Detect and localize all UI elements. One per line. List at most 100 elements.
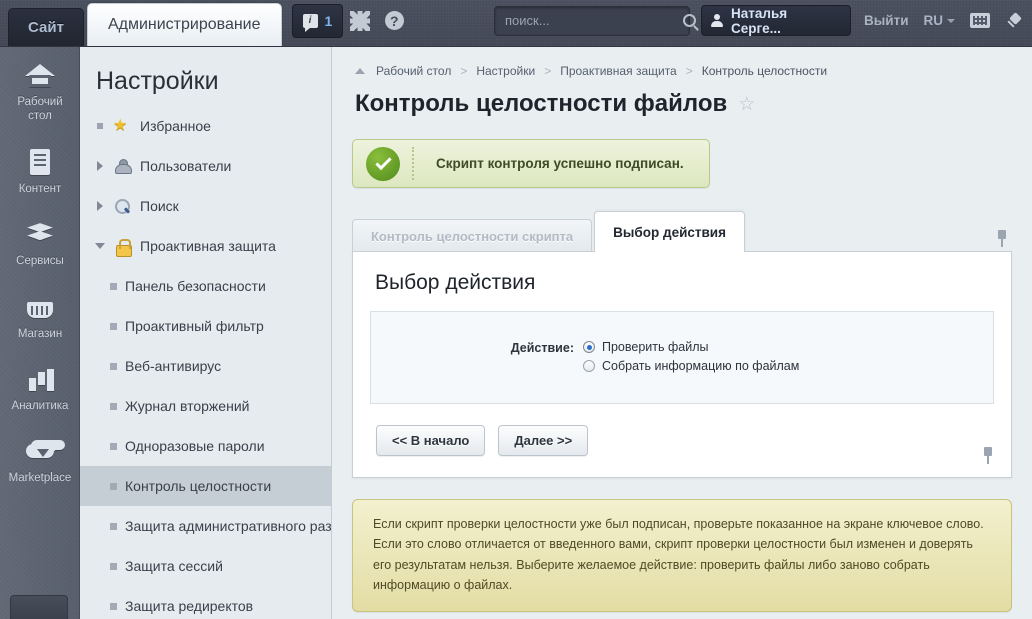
breadcrumb-item-current: Контроль целостности — [701, 64, 828, 78]
gear-icon — [352, 12, 369, 29]
check-circle-icon — [366, 146, 400, 181]
nav-item-proactive-filter[interactable]: Проактивный фильтр — [80, 306, 331, 346]
breadcrumb-separator: > — [460, 64, 468, 78]
settings-nav-pane: Настройки ★ Избранное Пользователи Поиск… — [80, 47, 332, 619]
success-message-text: Скрипт контроля успешно подписан. — [436, 156, 684, 171]
breadcrumb-up-icon[interactable] — [355, 68, 365, 74]
form-field-box: Действие: Проверить файлы Собрать информ… — [370, 311, 994, 404]
language-label: RU — [923, 13, 944, 28]
next-button[interactable]: Далее >> — [498, 425, 589, 456]
panel-title: Выбор действия — [375, 271, 536, 294]
pin-icon[interactable] — [1006, 12, 1024, 30]
twisty-square-icon — [94, 123, 105, 129]
nav-item-redirect-protection[interactable]: Защита редиректов — [80, 586, 331, 619]
nav-title: Настройки — [96, 67, 219, 95]
notifications-button[interactable]: i 1 — [291, 3, 344, 38]
user-menu-button[interactable]: Наталья Серге... — [701, 5, 851, 36]
header-icon-group: i 1 ? — [291, 0, 412, 46]
breadcrumb: Рабочий стол > Настройки > Проактивная з… — [333, 47, 1032, 78]
breadcrumb-item[interactable]: Рабочий стол — [376, 64, 451, 78]
search-icon[interactable] — [683, 14, 696, 27]
breadcrumb-item[interactable]: Настройки — [476, 64, 535, 78]
nav-item-label: Защита сессий — [125, 558, 223, 574]
radio-option-label: Проверить файлы — [602, 340, 709, 354]
nav-item-favorites[interactable]: ★ Избранное — [80, 106, 331, 146]
language-switcher[interactable]: RU — [923, 13, 955, 28]
rail-item-label: Сервисы — [16, 255, 64, 268]
bullet-icon — [110, 522, 117, 530]
notifications-count: 1 — [324, 12, 333, 29]
tab-script-integrity-control[interactable]: Контроль целостности скрипта — [352, 219, 593, 252]
star-outline-icon[interactable]: ☆ — [738, 93, 755, 116]
cloud-download-icon — [23, 436, 57, 466]
nav-item-label: Пользователи — [140, 158, 232, 174]
rail-collapse-button[interactable] — [10, 595, 68, 619]
nav-item-one-time-passwords[interactable]: Одноразовые пароли — [80, 426, 331, 466]
nav-item-search[interactable]: Поиск — [80, 186, 331, 226]
breadcrumb-separator: > — [544, 64, 552, 78]
radio-option-check-files[interactable]: Проверить файлы — [583, 340, 799, 354]
main-content: Рабочий стол > Настройки > Проактивная з… — [333, 47, 1032, 619]
action-field-label: Действие: — [510, 341, 574, 355]
nav-item-web-antivirus[interactable]: Веб-антивирус — [80, 346, 331, 386]
divider — [412, 147, 414, 180]
twisty-down-icon[interactable] — [94, 243, 105, 249]
twisty-right-icon[interactable] — [94, 201, 105, 211]
bullet-icon — [110, 442, 117, 450]
admin-tab[interactable]: Администрирование — [86, 3, 282, 46]
rail-item-analytics[interactable]: Аналитика — [0, 351, 79, 423]
tab-strip: Контроль целостности скрипта Выбор дейст… — [352, 211, 1032, 252]
user-icon — [113, 158, 132, 175]
bullet-icon — [110, 402, 117, 410]
top-bar-tabs: Сайт Администрирование — [0, 0, 282, 46]
nav-item-intrusion-log[interactable]: Журнал вторжений — [80, 386, 331, 426]
rail-item-label: Рабочий стол — [17, 96, 63, 123]
site-tab[interactable]: Сайт — [8, 8, 84, 46]
chevron-down-icon — [947, 18, 955, 23]
breadcrumb-item[interactable]: Проактивная защита — [560, 64, 677, 78]
radio-option-label: Собрать информацию по файлам — [602, 359, 800, 373]
pin-icon[interactable] — [980, 447, 996, 465]
help-button[interactable]: ? — [377, 4, 411, 38]
nav-item-users[interactable]: Пользователи — [80, 146, 331, 186]
tab-action-selection[interactable]: Выбор действия — [594, 211, 745, 252]
search-input[interactable] — [503, 12, 683, 29]
settings-gear-button[interactable] — [343, 4, 377, 38]
action-radio-group: Проверить файлы Собрать информацию по фа… — [583, 340, 799, 373]
radio-icon[interactable] — [583, 360, 595, 372]
nav-item-label: Защита редиректов — [125, 598, 254, 614]
nav-item-session-protection[interactable]: Защита сессий — [80, 546, 331, 586]
page-title: Контроль целостности файлов — [355, 90, 728, 117]
nav-item-label: Одноразовые пароли — [125, 438, 265, 454]
keyboard-icon[interactable] — [970, 13, 990, 28]
rail-item-shop[interactable]: Магазин — [0, 279, 79, 351]
pin-icon[interactable] — [994, 230, 1010, 248]
nav-item-label: Поиск — [140, 198, 179, 214]
success-message: Скрипт контроля успешно подписан. — [352, 139, 710, 188]
nav-item-label: Защита административного раздела — [125, 518, 331, 534]
nav-item-integrity-control[interactable]: Контроль целостности — [80, 466, 331, 506]
rail-item-label: Магазин — [17, 327, 63, 340]
logout-link[interactable]: Выйти — [864, 13, 909, 28]
left-icon-rail: Рабочий стол Контент Сервисы Магазин Ана… — [0, 47, 80, 619]
nav-item-admin-section-protection[interactable]: Защита административного раздела — [80, 506, 331, 546]
form-row-action: Действие: Проверить файлы Собрать информ… — [371, 340, 993, 373]
bullet-icon — [110, 362, 117, 370]
rail-item-content[interactable]: Контент — [0, 134, 79, 206]
nav-item-proactive-protection[interactable]: Проактивная защита — [80, 226, 331, 266]
action-panel: Выбор действия Действие: Проверить файлы… — [352, 251, 1012, 478]
back-to-start-button[interactable]: << В начало — [376, 425, 486, 456]
nav-item-label: Журнал вторжений — [125, 398, 250, 414]
twisty-right-icon[interactable] — [94, 161, 105, 171]
button-row: << В начало Далее >> — [353, 404, 1011, 477]
lock-icon — [113, 238, 132, 257]
nav-item-security-panel[interactable]: Панель безопасности — [80, 266, 331, 306]
rail-item-marketplace[interactable]: Marketplace — [0, 423, 79, 495]
document-icon — [23, 147, 57, 177]
search-box[interactable] — [494, 5, 696, 36]
header-right-group: Наталья Серге... Выйти RU — [494, 0, 1032, 46]
radio-icon-selected[interactable] — [583, 341, 595, 353]
rail-item-services[interactable]: Сервисы — [0, 206, 79, 278]
radio-option-collect-info[interactable]: Собрать информацию по файлам — [583, 359, 799, 373]
rail-item-desktop[interactable]: Рабочий стол — [0, 47, 79, 134]
